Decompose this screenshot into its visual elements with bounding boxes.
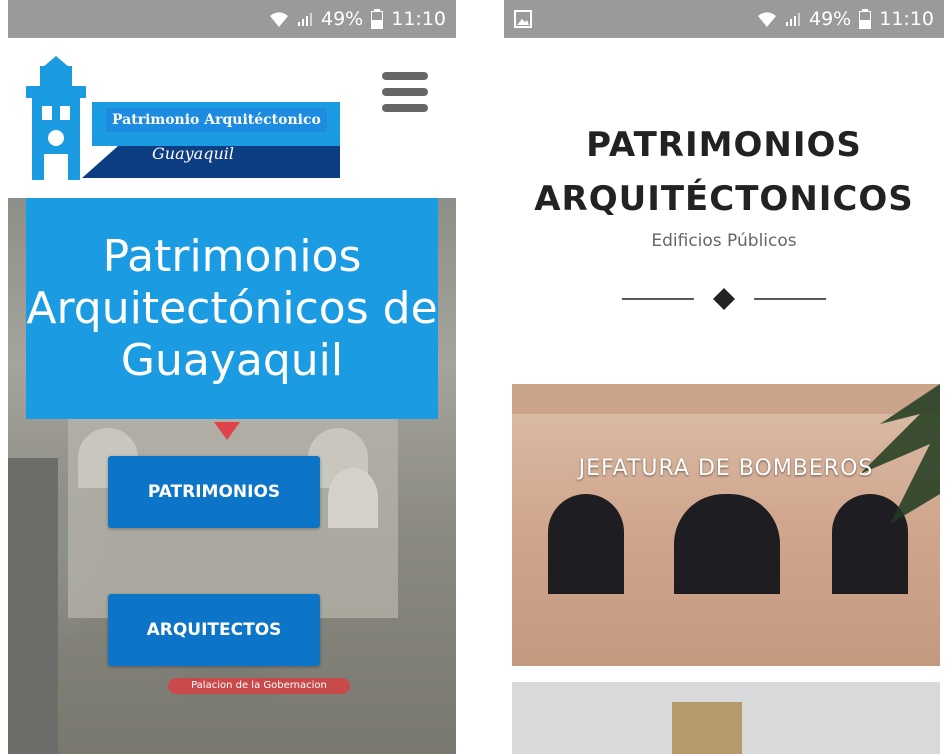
building-card[interactable]: JEFATURA DE BOMBEROS: [512, 384, 940, 666]
arquitectos-button[interactable]: ARQUITECTOS: [108, 594, 320, 666]
clock: 11:10: [391, 8, 446, 30]
palm-tree-icon: [860, 384, 940, 524]
image-notification-icon: [514, 10, 532, 33]
diamond-divider-icon: [622, 288, 826, 310]
hero-title: Patrimonios Arquitectónicos de Guayaquil: [26, 230, 438, 386]
page-subtitle: Edificios Públicos: [651, 231, 797, 251]
page-title: PATRIMONIOS ARQUITÉCTONICOS: [534, 125, 914, 219]
wifi-icon: [757, 10, 777, 28]
site-logo[interactable]: Patrimonio Arquitéctonico Guayaquil: [22, 56, 340, 184]
building-window: [548, 494, 624, 594]
signal-icon: [297, 11, 313, 27]
patrimonios-button[interactable]: PATRIMONIOS: [108, 456, 320, 528]
logo-title: Patrimonio Arquitéctonico: [106, 108, 327, 132]
map-road: [8, 458, 58, 754]
card-label: JEFATURA DE BOMBEROS: [578, 456, 874, 481]
building-window: [674, 494, 780, 594]
building-photo: [672, 702, 742, 754]
map-pin-icon: [214, 422, 240, 440]
logo-subtitle: Guayaquil: [152, 144, 234, 163]
site-header: Patrimonio Arquitéctonico Guayaquil: [8, 38, 456, 198]
battery-icon: [371, 9, 384, 29]
battery-icon: [859, 9, 872, 29]
map-dome: [328, 468, 378, 528]
battery-percent: 49%: [321, 8, 364, 30]
menu-icon[interactable]: [382, 72, 428, 112]
page-content: PATRIMONIOS ARQUITÉCTONICOS Edificios Pú…: [504, 38, 944, 754]
hero-section: Patrimonios Arquitectónicos de Guayaquil…: [8, 198, 456, 754]
signal-icon: [785, 11, 801, 27]
clock: 11:10: [879, 8, 934, 30]
map-label: Palacion de la Gobernacion: [168, 678, 350, 694]
status-bar: 49% 11:10: [504, 0, 944, 38]
battery-percent: 49%: [809, 8, 852, 30]
wifi-icon: [269, 10, 289, 28]
building-card[interactable]: [512, 682, 940, 754]
right-screen: 49% 11:10 PATRIMONIOS ARQUITÉCTONICOS Ed…: [504, 0, 944, 754]
left-screen: 49% 11:10 Patrimonio Arquitéctonico Guay…: [8, 0, 456, 754]
status-bar: 49% 11:10: [8, 0, 456, 38]
hero-title-box: Patrimonios Arquitectónicos de Guayaquil: [26, 198, 438, 419]
